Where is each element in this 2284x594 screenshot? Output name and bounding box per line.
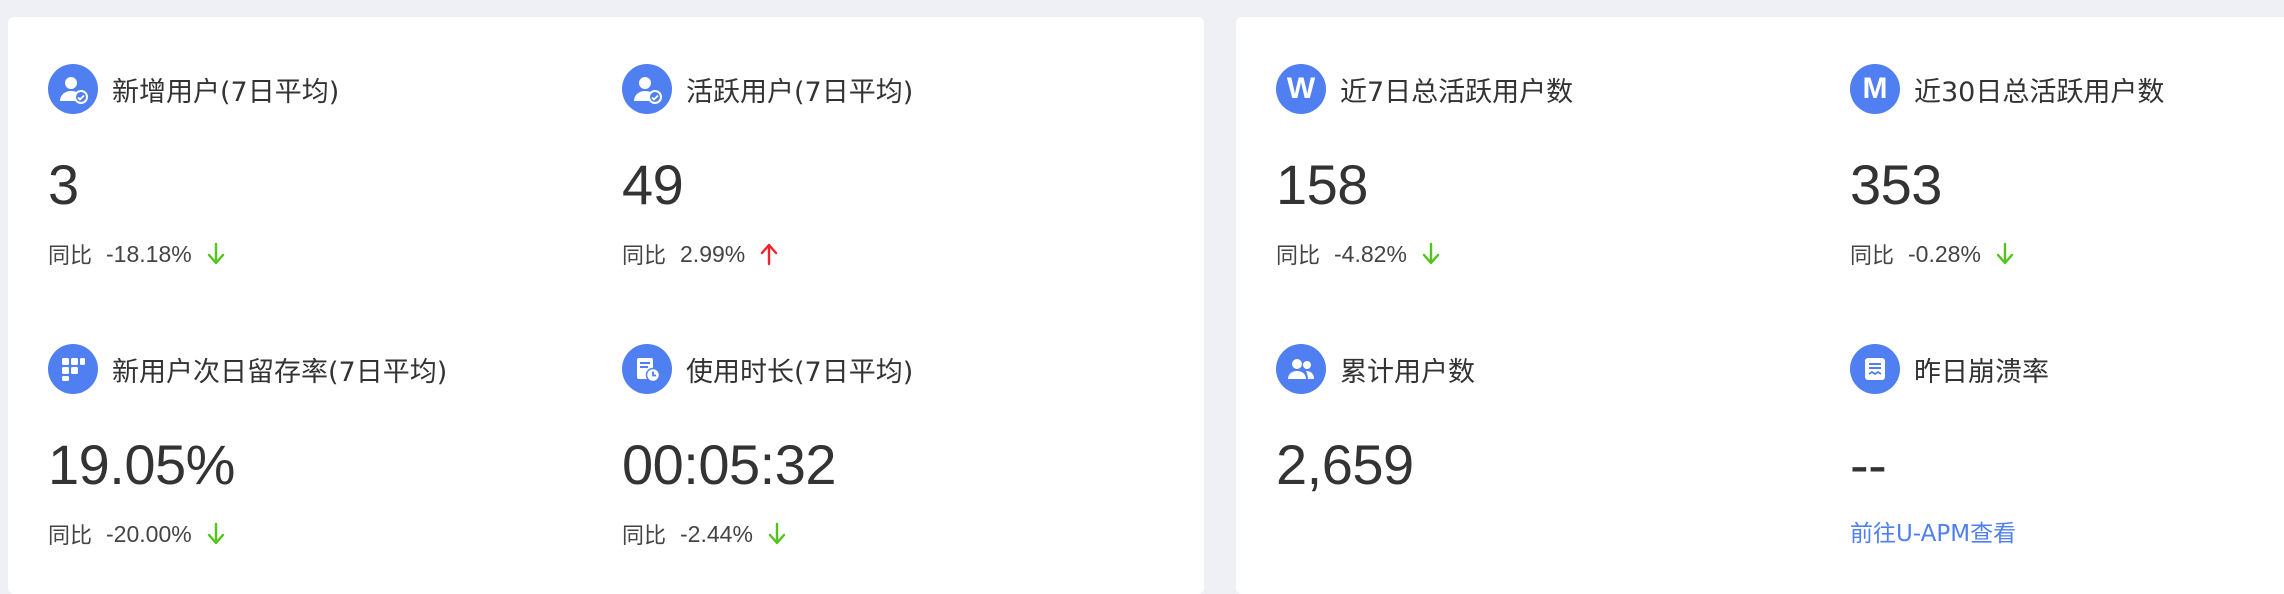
metric-header: 昨日崩溃率: [1850, 343, 2049, 395]
metric-value: 00:05:32: [622, 433, 836, 496]
letter-w-icon: W: [1276, 64, 1326, 114]
arrow-down-icon: [206, 242, 226, 266]
change-value: -2.44%: [680, 520, 753, 547]
metric-title: 新增用户(7日平均): [112, 76, 340, 108]
metric-retention: 新用户次日留存率(7日平均) 19.05% 同比 -20.00%: [48, 343, 588, 583]
metric-usage-time: 使用时长(7日平均) 00:05:32 同比 -2.44%: [622, 343, 1162, 583]
metric-change: 同比 -4.82%: [1276, 237, 1441, 271]
change-label: 同比: [48, 524, 93, 549]
metric-new-users: 新增用户(7日平均) 3 同比 -18.18%: [48, 63, 588, 303]
metric-weekly-active: W 近7日总活跃用户数 158 同比 -4.82%: [1276, 63, 1816, 303]
view-in-apm-link[interactable]: 前往U-APM查看: [1850, 517, 2016, 551]
metric-total-users: 累计用户数 2,659: [1276, 343, 1816, 583]
metric-monthly-active: M 近30日总活跃用户数 353 同比 -0.28%: [1850, 63, 2284, 303]
change-label: 同比: [622, 244, 667, 269]
metric-title: 活跃用户(7日平均): [686, 76, 914, 108]
metric-header: 新增用户(7日平均): [48, 63, 339, 115]
metric-change: 同比 -0.28%: [1850, 237, 2015, 271]
metric-active-users: 活跃用户(7日平均) 49 同比 2.99%: [622, 63, 1162, 303]
arrow-down-icon: [767, 522, 787, 546]
metric-title: 累计用户数: [1340, 356, 1475, 388]
overview-card: 新增用户(7日平均) 3 同比 -18.18% 活跃用户(7日平均) 49 同比…: [8, 17, 1204, 594]
metric-value: 353: [1850, 153, 1942, 216]
metric-value: 19.05%: [48, 433, 235, 496]
change-label: 同比: [48, 244, 93, 269]
metric-change: 同比 -2.44%: [622, 517, 787, 551]
metric-header: 累计用户数: [1276, 343, 1475, 395]
metric-title: 使用时长(7日平均): [686, 356, 914, 388]
change-value: -20.00%: [106, 520, 192, 547]
change-value: -4.82%: [1334, 240, 1407, 267]
change-label: 同比: [622, 524, 667, 549]
change-label: 同比: [1850, 244, 1895, 269]
arrow-down-icon: [206, 522, 226, 546]
change-value: -18.18%: [106, 240, 192, 267]
grid-icon: [48, 344, 98, 394]
metric-title: 近30日总活跃用户数: [1914, 76, 2165, 108]
arrow-up-icon: [759, 242, 779, 266]
arrow-down-icon: [1421, 242, 1441, 266]
metric-change: 同比 -20.00%: [48, 517, 226, 551]
metric-header: 使用时长(7日平均): [622, 343, 913, 395]
letter-m-icon: M: [1850, 64, 1900, 114]
change-label: 同比: [1276, 244, 1321, 269]
metric-crash-rate: 昨日崩溃率 -- 前往U-APM查看: [1850, 343, 2284, 583]
metric-header: 活跃用户(7日平均): [622, 63, 913, 115]
arrow-down-icon: [1995, 242, 2015, 266]
metric-value: --: [1850, 433, 1887, 496]
users-icon: [1276, 344, 1326, 394]
metric-value: 158: [1276, 153, 1368, 216]
metric-change: 同比 -18.18%: [48, 237, 226, 271]
metric-title: 新用户次日留存率(7日平均): [112, 356, 448, 388]
metric-header: W 近7日总活跃用户数: [1276, 63, 1573, 115]
metric-title: 昨日崩溃率: [1914, 356, 2049, 388]
change-value: 2.99%: [680, 240, 746, 267]
metric-change: 同比 2.99%: [622, 237, 779, 271]
clock-document-icon: [622, 344, 672, 394]
metric-value: 2,659: [1276, 433, 1414, 496]
user-check-icon: [622, 64, 672, 114]
metric-title: 近7日总活跃用户数: [1340, 76, 1574, 108]
change-value: -0.28%: [1908, 240, 1981, 267]
metric-header: M 近30日总活跃用户数: [1850, 63, 2164, 115]
metric-value: 3: [48, 153, 79, 216]
user-icon: [48, 64, 98, 114]
metric-header: 新用户次日留存率(7日平均): [48, 343, 447, 395]
totals-card: W 近7日总活跃用户数 158 同比 -4.82% M 近30日总活跃用户数 3…: [1236, 17, 2284, 594]
report-icon: [1850, 344, 1900, 394]
metric-value: 49: [622, 153, 684, 216]
